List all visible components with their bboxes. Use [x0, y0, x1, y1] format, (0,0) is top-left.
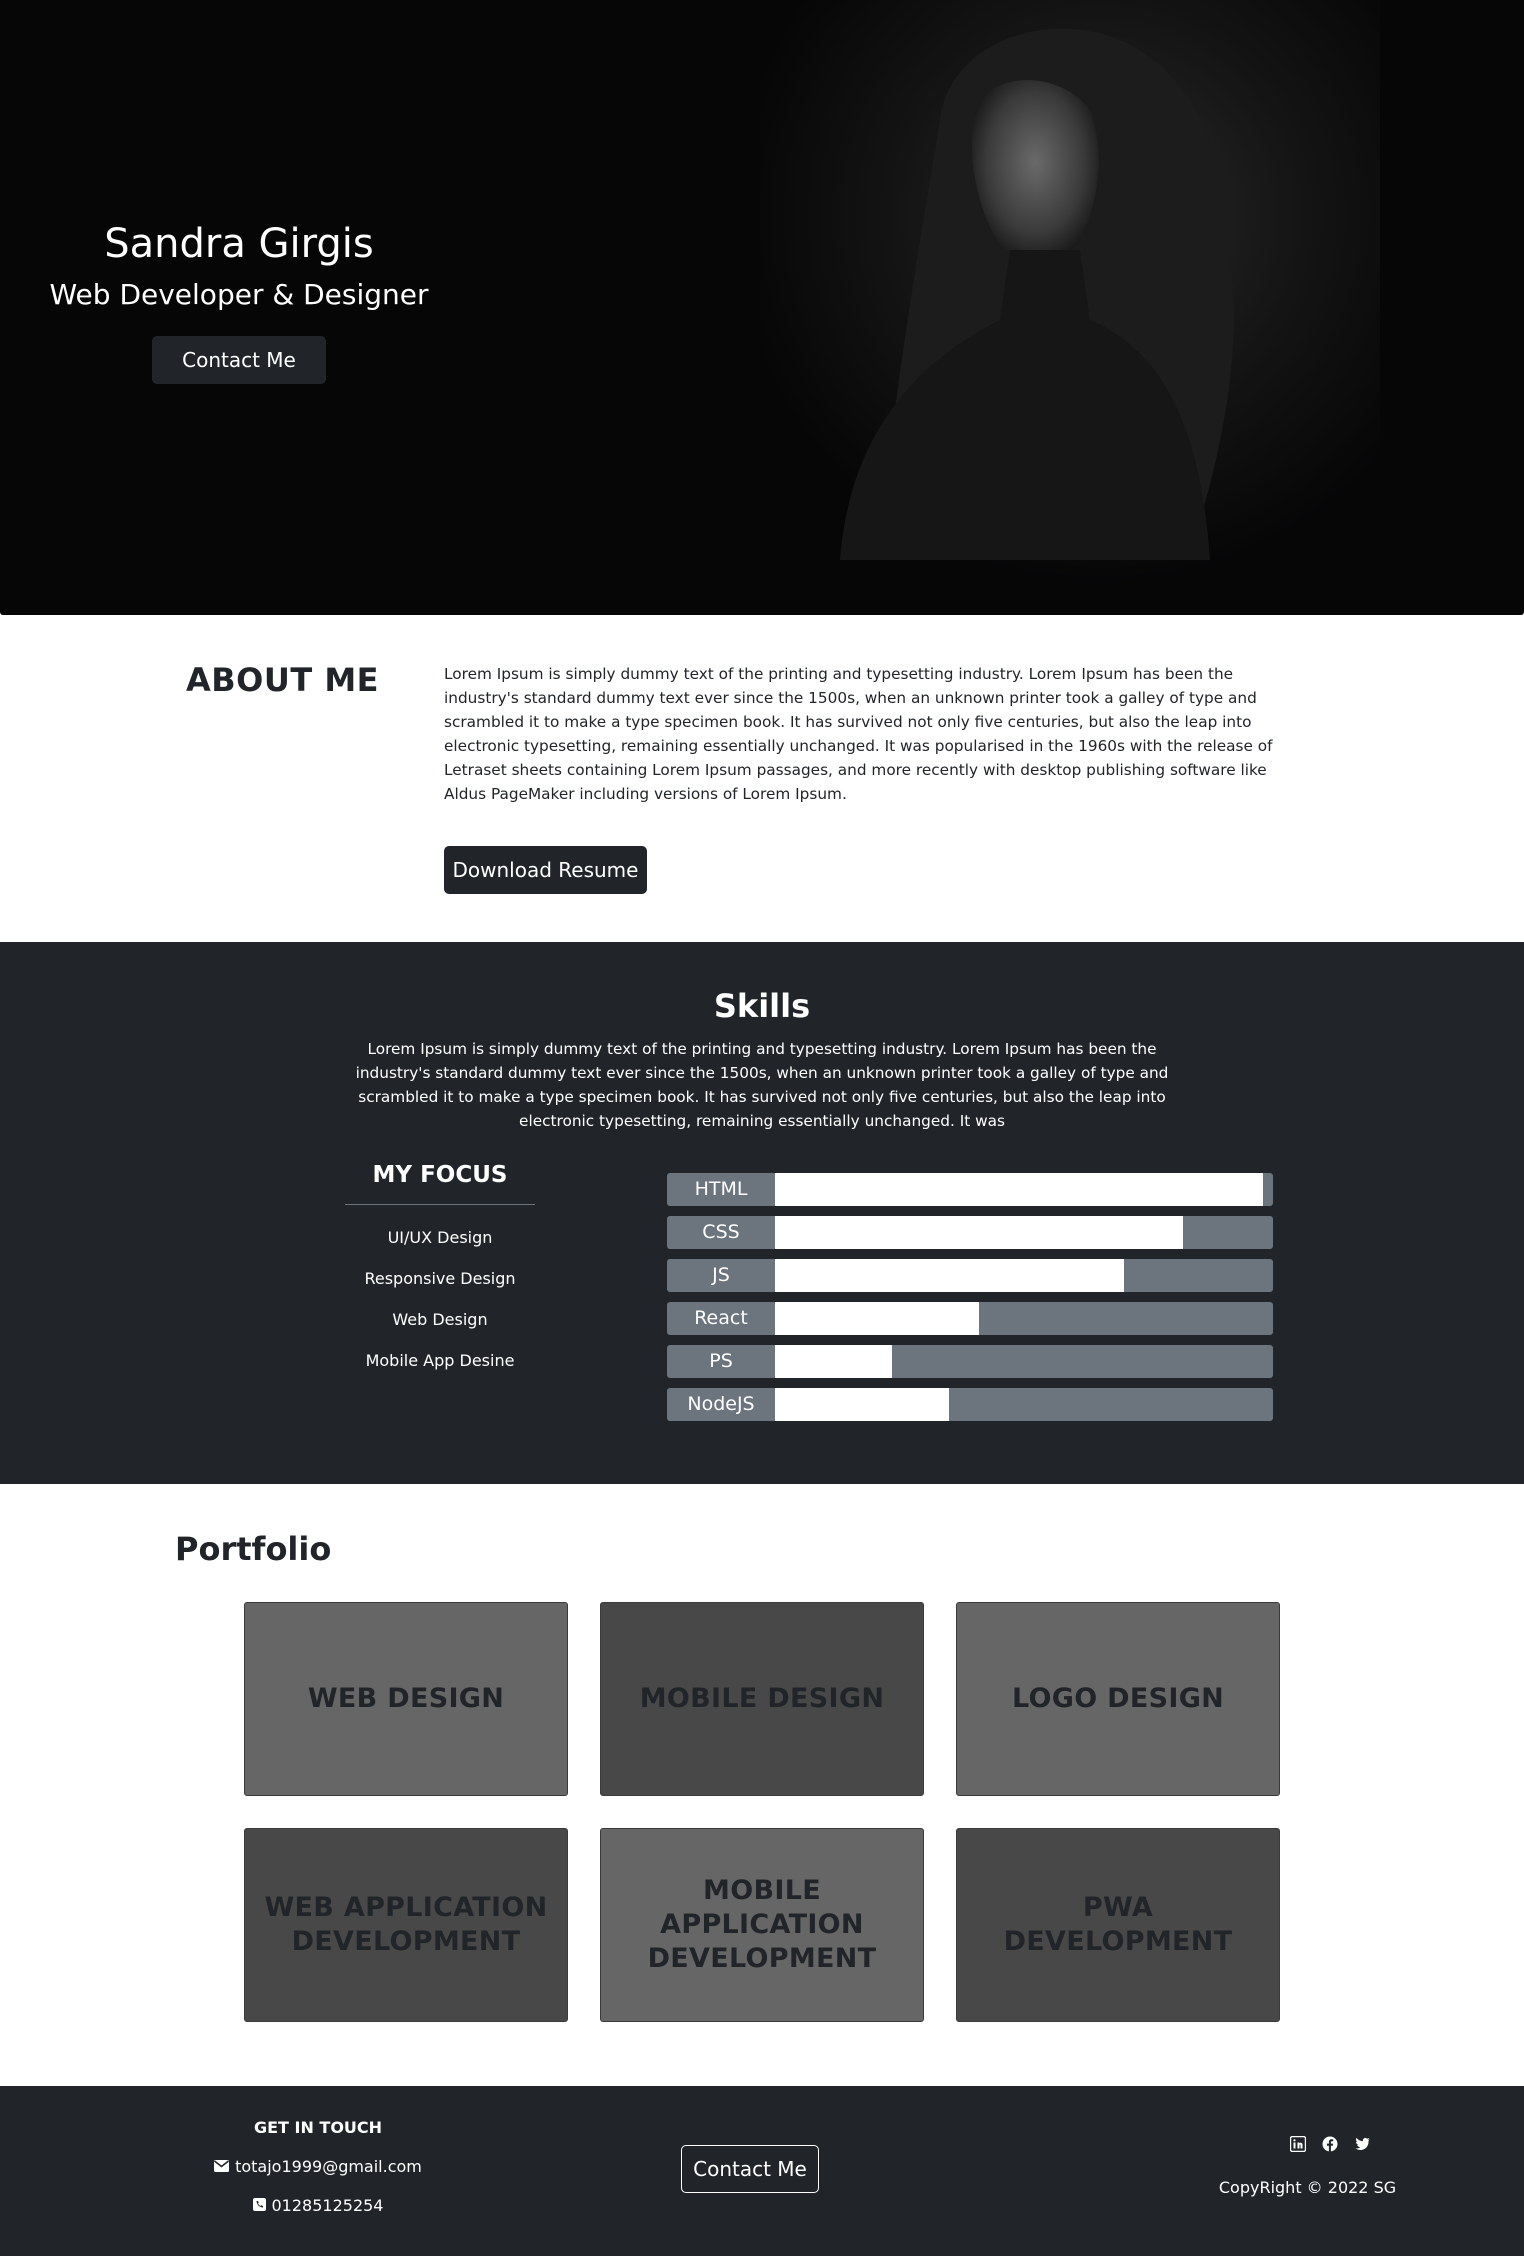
twitter-icon[interactable]	[1354, 2136, 1370, 2152]
portfolio-card-web-app-development[interactable]: WEB APPLICATION DEVELOPMENT	[244, 1828, 568, 2022]
focus-item: UI/UX Design	[387, 1228, 493, 1247]
footer-contact-button[interactable]: Contact Me	[681, 2145, 819, 2193]
download-resume-button[interactable]: Download Resume	[444, 846, 647, 894]
phone-icon	[252, 2197, 266, 2215]
skill-bar-label: NodeJS	[687, 1393, 755, 1415]
skill-bar-fill	[775, 1345, 893, 1378]
skill-bar-label: HTML	[694, 1178, 748, 1200]
skill-bar-fill	[775, 1259, 1124, 1292]
focus-item: Responsive Design	[364, 1269, 516, 1288]
skill-bar-react: React	[667, 1302, 1273, 1335]
skill-bar-label: PS	[709, 1350, 733, 1372]
skill-bar-nodejs: NodeJS	[667, 1388, 1273, 1421]
skill-bar-fill	[775, 1173, 1264, 1206]
phone-text: 01285125254	[271, 2196, 384, 2215]
hero-role: Web Developer & Designer	[49, 278, 429, 311]
hero-contact-button[interactable]: Contact Me	[152, 335, 326, 384]
portfolio-card-logo-design[interactable]: LOGO DESIGN	[956, 1602, 1280, 1796]
hero-portrait-image	[760, 0, 1380, 615]
skill-bar-label: JS	[712, 1264, 730, 1286]
portfolio-card-mobile-design[interactable]: MOBILE DESIGN	[600, 1602, 924, 1796]
get-in-touch: GET IN TOUCH totajo1999@gmail.com 012851…	[200, 2118, 436, 2215]
portfolio-card-label: MOBILE DESIGN	[639, 1683, 885, 1714]
get-in-touch-title: GET IN TOUCH	[253, 2118, 383, 2137]
skills-title: Skills	[713, 987, 811, 1025]
skill-bar-fill	[775, 1216, 1184, 1249]
about-text: Lorem Ipsum is simply dummy text of the …	[444, 665, 1273, 803]
portfolio-card-mobile-app-development[interactable]: MOBILE APPLICATION DEVELOPMENT	[600, 1828, 924, 2022]
portfolio-card-label: WEB DESIGN	[307, 1683, 505, 1714]
email-text: totajo1999@gmail.com	[235, 2157, 422, 2176]
skill-bar-js: JS	[667, 1259, 1273, 1292]
footer: GET IN TOUCH totajo1999@gmail.com 012851…	[0, 2086, 1524, 2256]
skill-bar-css: CSS	[667, 1216, 1273, 1249]
portfolio-card-pwa-development[interactable]: PWA DEVELOPMENT	[956, 1828, 1280, 2022]
skill-bar-label: CSS	[702, 1221, 740, 1243]
portfolio-card-label: LOGO DESIGN	[1011, 1683, 1225, 1714]
copyright: CopyRight © 2022 SG	[1218, 2178, 1397, 2197]
my-focus: MY FOCUS UI/UX Design Responsive Design …	[345, 1162, 535, 1381]
skills-section: Skills Lorem Ipsum is simply dummy text …	[0, 942, 1524, 1484]
hero-section: Sandra Girgis Web Developer & Designer C…	[0, 0, 1524, 615]
hero-name: Sandra Girgis	[104, 221, 374, 267]
envelope-icon	[214, 2158, 230, 2176]
linkedin-icon[interactable]	[1289, 2135, 1307, 2153]
portfolio-card-label: PWA DEVELOPMENT	[1003, 1892, 1233, 1957]
focus-item: Mobile App Desine	[365, 1351, 515, 1370]
portfolio-card-web-design[interactable]: WEB DESIGN	[244, 1602, 568, 1796]
about-title: ABOUT ME	[186, 661, 380, 699]
social-icons	[1289, 2135, 1370, 2153]
my-focus-title: MY FOCUS	[345, 1162, 535, 1205]
skill-bar-html: HTML	[667, 1173, 1273, 1206]
focus-list: UI/UX Design Responsive Design Web Desig…	[345, 1217, 535, 1381]
skills-description: Lorem Ipsum is simply dummy text of the …	[355, 1040, 1169, 1130]
email-row[interactable]: totajo1999@gmail.com	[200, 2157, 436, 2176]
skill-bar-ps: PS	[667, 1345, 1273, 1378]
portfolio-card-label: MOBILE APPLICATION DEVELOPMENT	[647, 1875, 877, 1974]
skill-bar-label: React	[694, 1307, 748, 1329]
focus-item: Web Design	[392, 1310, 488, 1329]
hero-intro: Sandra Girgis Web Developer & Designer C…	[0, 220, 478, 384]
phone-row[interactable]: 01285125254	[200, 2196, 436, 2215]
portfolio-title: Portfolio	[175, 1530, 332, 1568]
facebook-icon[interactable]	[1322, 2136, 1338, 2152]
portfolio-card-label: WEB APPLICATION DEVELOPMENT	[264, 1892, 548, 1957]
skill-bar-fill	[775, 1302, 980, 1335]
skill-bars: HTML CSS JS React PS NodeJS	[667, 1173, 1273, 1431]
skill-bar-fill	[775, 1388, 950, 1421]
